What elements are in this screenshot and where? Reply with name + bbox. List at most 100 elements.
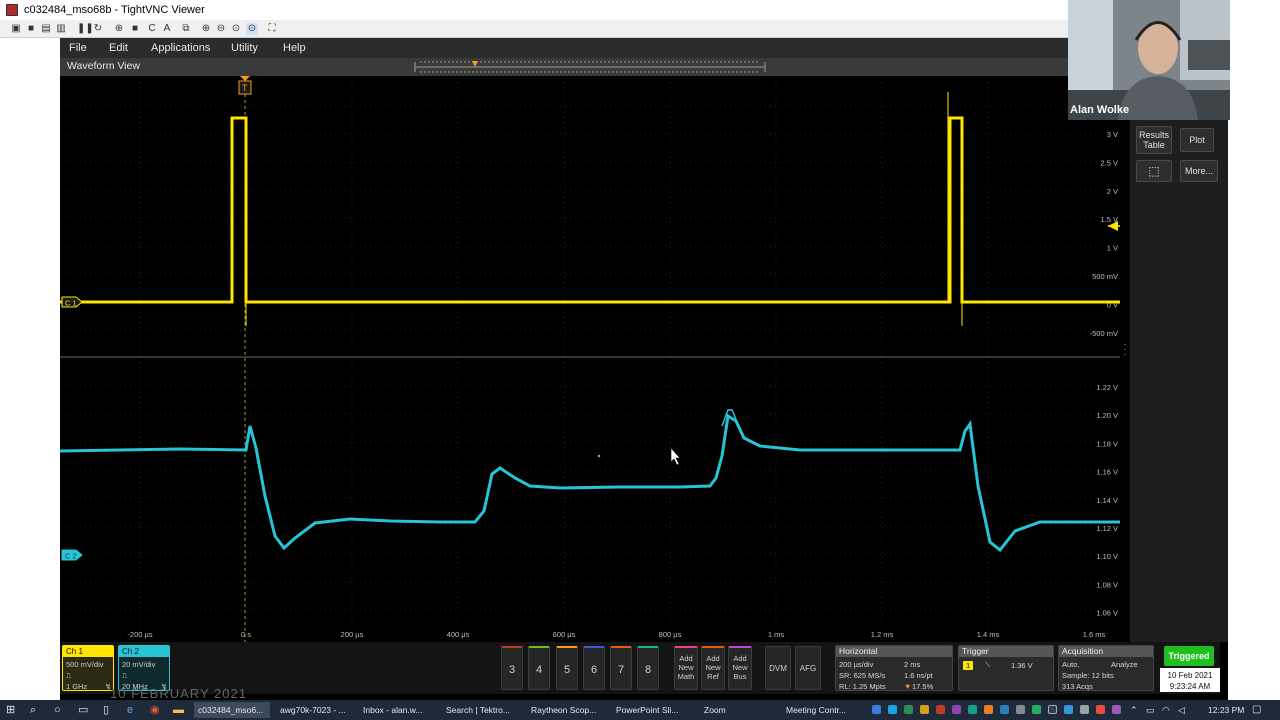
ch1-bandwidth: 1 GHz	[66, 682, 88, 691]
plot-button[interactable]: Plot	[1180, 128, 1214, 152]
ch1-badge[interactable]: Ch 1 500 mV/div ⎍ 1 GHz ↯	[62, 645, 114, 691]
network-icon[interactable]: ◠	[1162, 702, 1170, 718]
tray-icon-11[interactable]	[1032, 705, 1041, 714]
svg-text:C 2: C 2	[65, 552, 77, 561]
tray-icon-12[interactable]	[1048, 705, 1057, 714]
channel-6-button[interactable]: 6	[583, 646, 605, 690]
onedrive-icon[interactable]	[1080, 705, 1089, 714]
notifications-icon[interactable]: ▢	[1252, 702, 1261, 718]
horizontal-settings[interactable]: Horizontal 200 µs/div 2 ms SR: 625 MS/s …	[835, 645, 953, 691]
channel-8-button[interactable]: 8	[637, 646, 659, 690]
tray-icon-14[interactable]	[1112, 705, 1121, 714]
webcam-video: Alan Wolke	[1068, 0, 1230, 120]
ctrl-key-icon[interactable]: C	[145, 23, 159, 35]
lower-axis-tick-label: 1.18 V	[1096, 439, 1118, 448]
trigger-position-marker[interactable]: T	[238, 76, 252, 95]
clipboard-icon[interactable]: ⧉	[180, 23, 192, 35]
afg-button[interactable]: AFG	[795, 646, 821, 690]
ch2-marker[interactable]: C 2	[61, 549, 83, 561]
taskbar-clock[interactable]: 12:23 PM	[1208, 702, 1244, 718]
zoom-fit-icon[interactable]: ⊙	[246, 23, 258, 35]
task-view-icon[interactable]: ▭	[78, 702, 88, 718]
lower-voltage-axis: 1.22 V 1.20 V 1.18 V 1.16 V 1.14 V 1.12 V 1.10…	[1096, 383, 1118, 618]
taskbar-item-awg[interactable]: awg70k-7023 - ...	[276, 702, 354, 718]
ch1-marker[interactable]: C 1	[61, 296, 83, 308]
add-new-math-button[interactable]: Add New Math	[674, 646, 698, 690]
add-new-ref-button[interactable]: Add New Ref	[701, 646, 725, 690]
tray-icon-10[interactable]	[1016, 705, 1025, 714]
save-icon[interactable]: ■	[25, 23, 37, 35]
waveform-plot[interactable]: 3 V2.5 V2 V1.5 V1 V500 mV0 V-500 mV 1.22…	[60, 76, 1120, 642]
channel-5-button[interactable]: 5	[556, 646, 578, 690]
tray-icon-1[interactable]	[872, 705, 881, 714]
menu-edit[interactable]: Edit	[109, 38, 128, 58]
battery-icon[interactable]: ▭	[1146, 702, 1155, 718]
new-connection-icon[interactable]: ▣	[10, 23, 22, 35]
time-axis-tick-label: 1.4 ms	[977, 630, 1000, 639]
tray-icon-4[interactable]	[920, 705, 929, 714]
menu-applications[interactable]: Applications	[151, 38, 210, 58]
tray-icon-3[interactable]	[904, 705, 913, 714]
zoom-selection-icon[interactable]: ⬚	[1136, 160, 1172, 182]
taskbar-item-raytheon[interactable]: Raytheon Scop...	[527, 702, 607, 718]
record-view-overview[interactable]	[410, 58, 770, 76]
menu-file[interactable]: File	[69, 38, 87, 58]
bluetooth-icon[interactable]	[1064, 705, 1073, 714]
channel-4-button[interactable]: 4	[528, 646, 550, 690]
tray-icon-9[interactable]	[1000, 705, 1009, 714]
tray-icon-7[interactable]	[968, 705, 977, 714]
tray-chevron-icon[interactable]: ⌃	[1130, 702, 1138, 718]
zoom-in-icon[interactable]: ⊕	[200, 23, 212, 35]
zoom-out-icon[interactable]: ⊖	[215, 23, 227, 35]
tray-icon-5[interactable]	[936, 705, 945, 714]
lower-axis-tick-label: 1.08 V	[1096, 580, 1118, 589]
browser-icon[interactable]: ◉	[150, 702, 160, 718]
search-icon[interactable]: ⌕	[30, 702, 36, 718]
results-side-panel: Results Table Plot ⬚ More...	[1130, 76, 1228, 642]
tray-icon-6[interactable]	[952, 705, 961, 714]
taskbar-item-inbox[interactable]: Inbox - alan.w...	[359, 702, 437, 718]
date-overlay-text: 10 FEBRUARY 2021	[110, 686, 247, 701]
taskbar-item-meeting[interactable]: Meeting Contr...	[782, 702, 862, 718]
time-per-point: 1.6 ns/pt	[904, 671, 933, 680]
splitter-handle-icon[interactable]: · · ·	[1122, 340, 1128, 359]
volume-icon[interactable]: ◁	[1178, 702, 1185, 718]
start-icon[interactable]: ⊞	[6, 702, 15, 718]
zoom-100-icon[interactable]: ⊙	[230, 23, 242, 35]
info-icon[interactable]: ▥	[55, 23, 67, 35]
time-axis-tick-label: -200 µs	[127, 630, 152, 639]
ctrl-alt-del-icon[interactable]: ⊕	[113, 23, 125, 35]
menu-help[interactable]: Help	[283, 38, 306, 58]
tray-icon-2[interactable]	[888, 705, 897, 714]
acquisition-settings[interactable]: Acquisition Auto, Analyze Sample: 12 bit…	[1058, 645, 1154, 691]
waveform-view-title: Waveform View	[67, 60, 140, 72]
folder-icon[interactable]: ▬	[173, 702, 184, 718]
trigger-settings[interactable]: Trigger 1 ⟍ 1.36 V	[958, 645, 1054, 691]
taskbar-item-search[interactable]: Search | Tektro...	[442, 702, 522, 718]
edge-icon[interactable]: e	[127, 702, 133, 718]
lower-axis-tick-label: 1.16 V	[1096, 468, 1118, 477]
refresh-icon[interactable]: ↻	[92, 23, 104, 35]
ch2-badge[interactable]: Ch 2 20 mV/div ⎍ 20 MHz ↯	[118, 645, 170, 691]
file-icon[interactable]: ▯	[103, 702, 109, 718]
results-table-button[interactable]: Results Table	[1136, 126, 1172, 154]
tray-icon-13[interactable]	[1096, 705, 1105, 714]
channel-3-button[interactable]: 3	[501, 646, 523, 690]
taskbar-item-powerpoint[interactable]: PowerPoint Sli...	[612, 702, 692, 718]
pause-icon[interactable]: ❚❚	[77, 23, 94, 35]
cortana-icon[interactable]: ○	[54, 702, 61, 718]
menu-utility[interactable]: Utility	[231, 38, 258, 58]
time-axis-tick-label: 400 µs	[447, 630, 470, 639]
fullscreen-icon[interactable]: ⛶	[266, 23, 278, 35]
more-button[interactable]: More...	[1180, 160, 1218, 182]
dvm-button[interactable]: DVM	[765, 646, 791, 690]
taskbar-item-vnc[interactable]: c032484_mso6...	[194, 702, 270, 718]
taskbar-item-zoom[interactable]: Zoom	[700, 702, 770, 718]
add-new-bus-button[interactable]: Add New Bus	[728, 646, 752, 690]
triggered-status[interactable]: Triggered	[1164, 646, 1214, 666]
tray-icon-8[interactable]	[984, 705, 993, 714]
options-icon[interactable]: ▤	[40, 23, 52, 35]
alt-key-icon[interactable]: A	[160, 23, 174, 35]
channel-7-button[interactable]: 7	[610, 646, 632, 690]
win-key-icon[interactable]: ■	[129, 23, 141, 35]
